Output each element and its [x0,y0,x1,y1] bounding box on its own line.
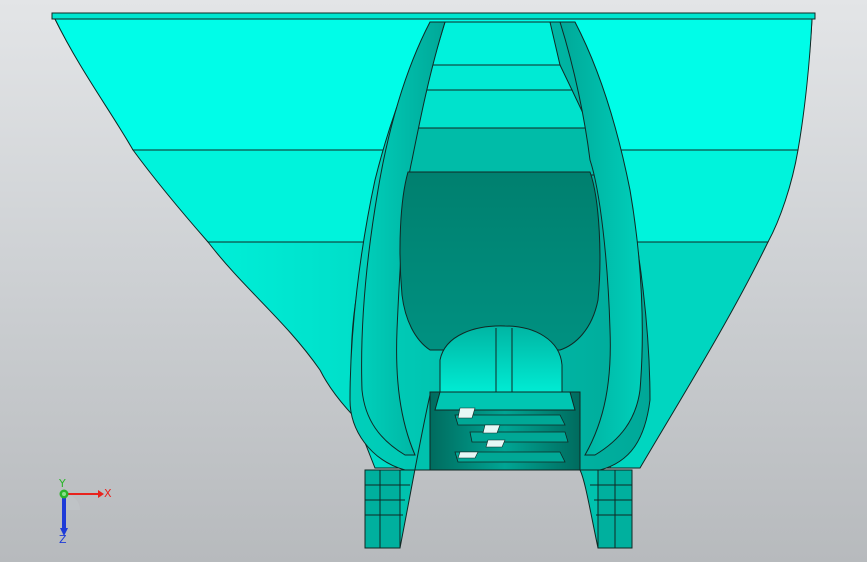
y-axis-label: Y [59,477,66,490]
cavity [399,171,601,351]
x-axis-label: X [104,487,112,500]
dome-boss [439,325,563,393]
orientation-triad: X Y Z [40,478,120,548]
3d-model[interactable] [0,0,867,562]
z-axis-label: Z [59,533,67,546]
top-rim [51,12,816,20]
graphics-viewport[interactable]: X Y Z [0,0,867,562]
